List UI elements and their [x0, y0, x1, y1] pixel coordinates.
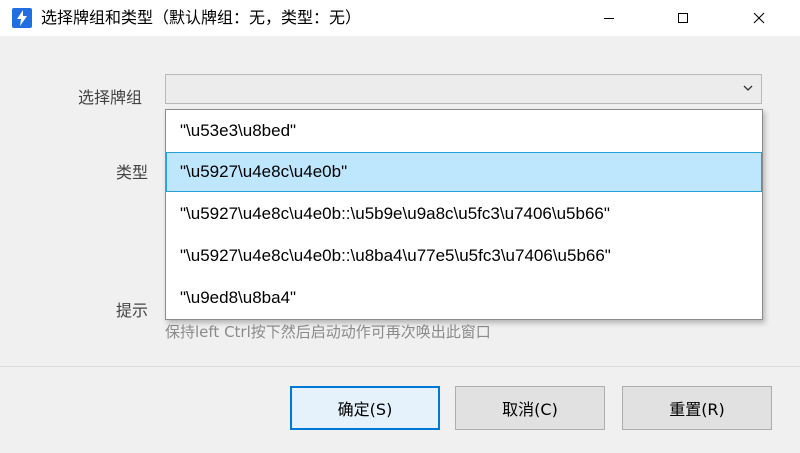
minimize-icon	[604, 18, 614, 19]
lightning-bolt-icon	[12, 8, 32, 28]
cancel-button[interactable]: 取消(C)	[455, 386, 605, 430]
close-button[interactable]	[736, 0, 782, 36]
maximize-icon	[678, 13, 688, 23]
minimize-button[interactable]	[586, 0, 632, 36]
maximize-button[interactable]	[660, 0, 706, 36]
window-title: 选择牌组和类型（默认牌组：无，类型：无）	[41, 8, 362, 27]
close-icon	[753, 12, 765, 24]
ok-button[interactable]: 确定(S)	[290, 386, 440, 430]
type-label: 类型	[116, 163, 149, 182]
hint-label: 提示	[116, 301, 149, 320]
deck-dropdown-list[interactable]: "\u53e3\u8bed" "\u5927\u4e8c\u4e0b" "\u5…	[165, 109, 763, 320]
dropdown-option[interactable]: "\u5927\u4e8c\u4e0b::\u8ba4\u77e5\u5fc3\…	[166, 236, 762, 276]
title-bar: 选择牌组和类型（默认牌组：无，类型：无）	[0, 0, 800, 36]
reset-button[interactable]: 重置(R)	[622, 386, 772, 430]
chevron-down-icon	[743, 85, 753, 91]
dropdown-option[interactable]: "\u53e3\u8bed"	[166, 111, 762, 151]
hint-text: 保持left Ctrl按下然后启动动作可再次唤出此窗口	[165, 323, 491, 341]
dropdown-option[interactable]: "\u9ed8\u8ba4"	[166, 278, 762, 318]
dropdown-option[interactable]: "\u5927\u4e8c\u4e0b::\u5b9e\u9a8c\u5fc3\…	[166, 194, 762, 234]
deck-label: 选择牌组	[78, 88, 143, 107]
dropdown-option-selected[interactable]: "\u5927\u4e8c\u4e0b"	[166, 152, 762, 192]
deck-select[interactable]	[165, 74, 762, 104]
